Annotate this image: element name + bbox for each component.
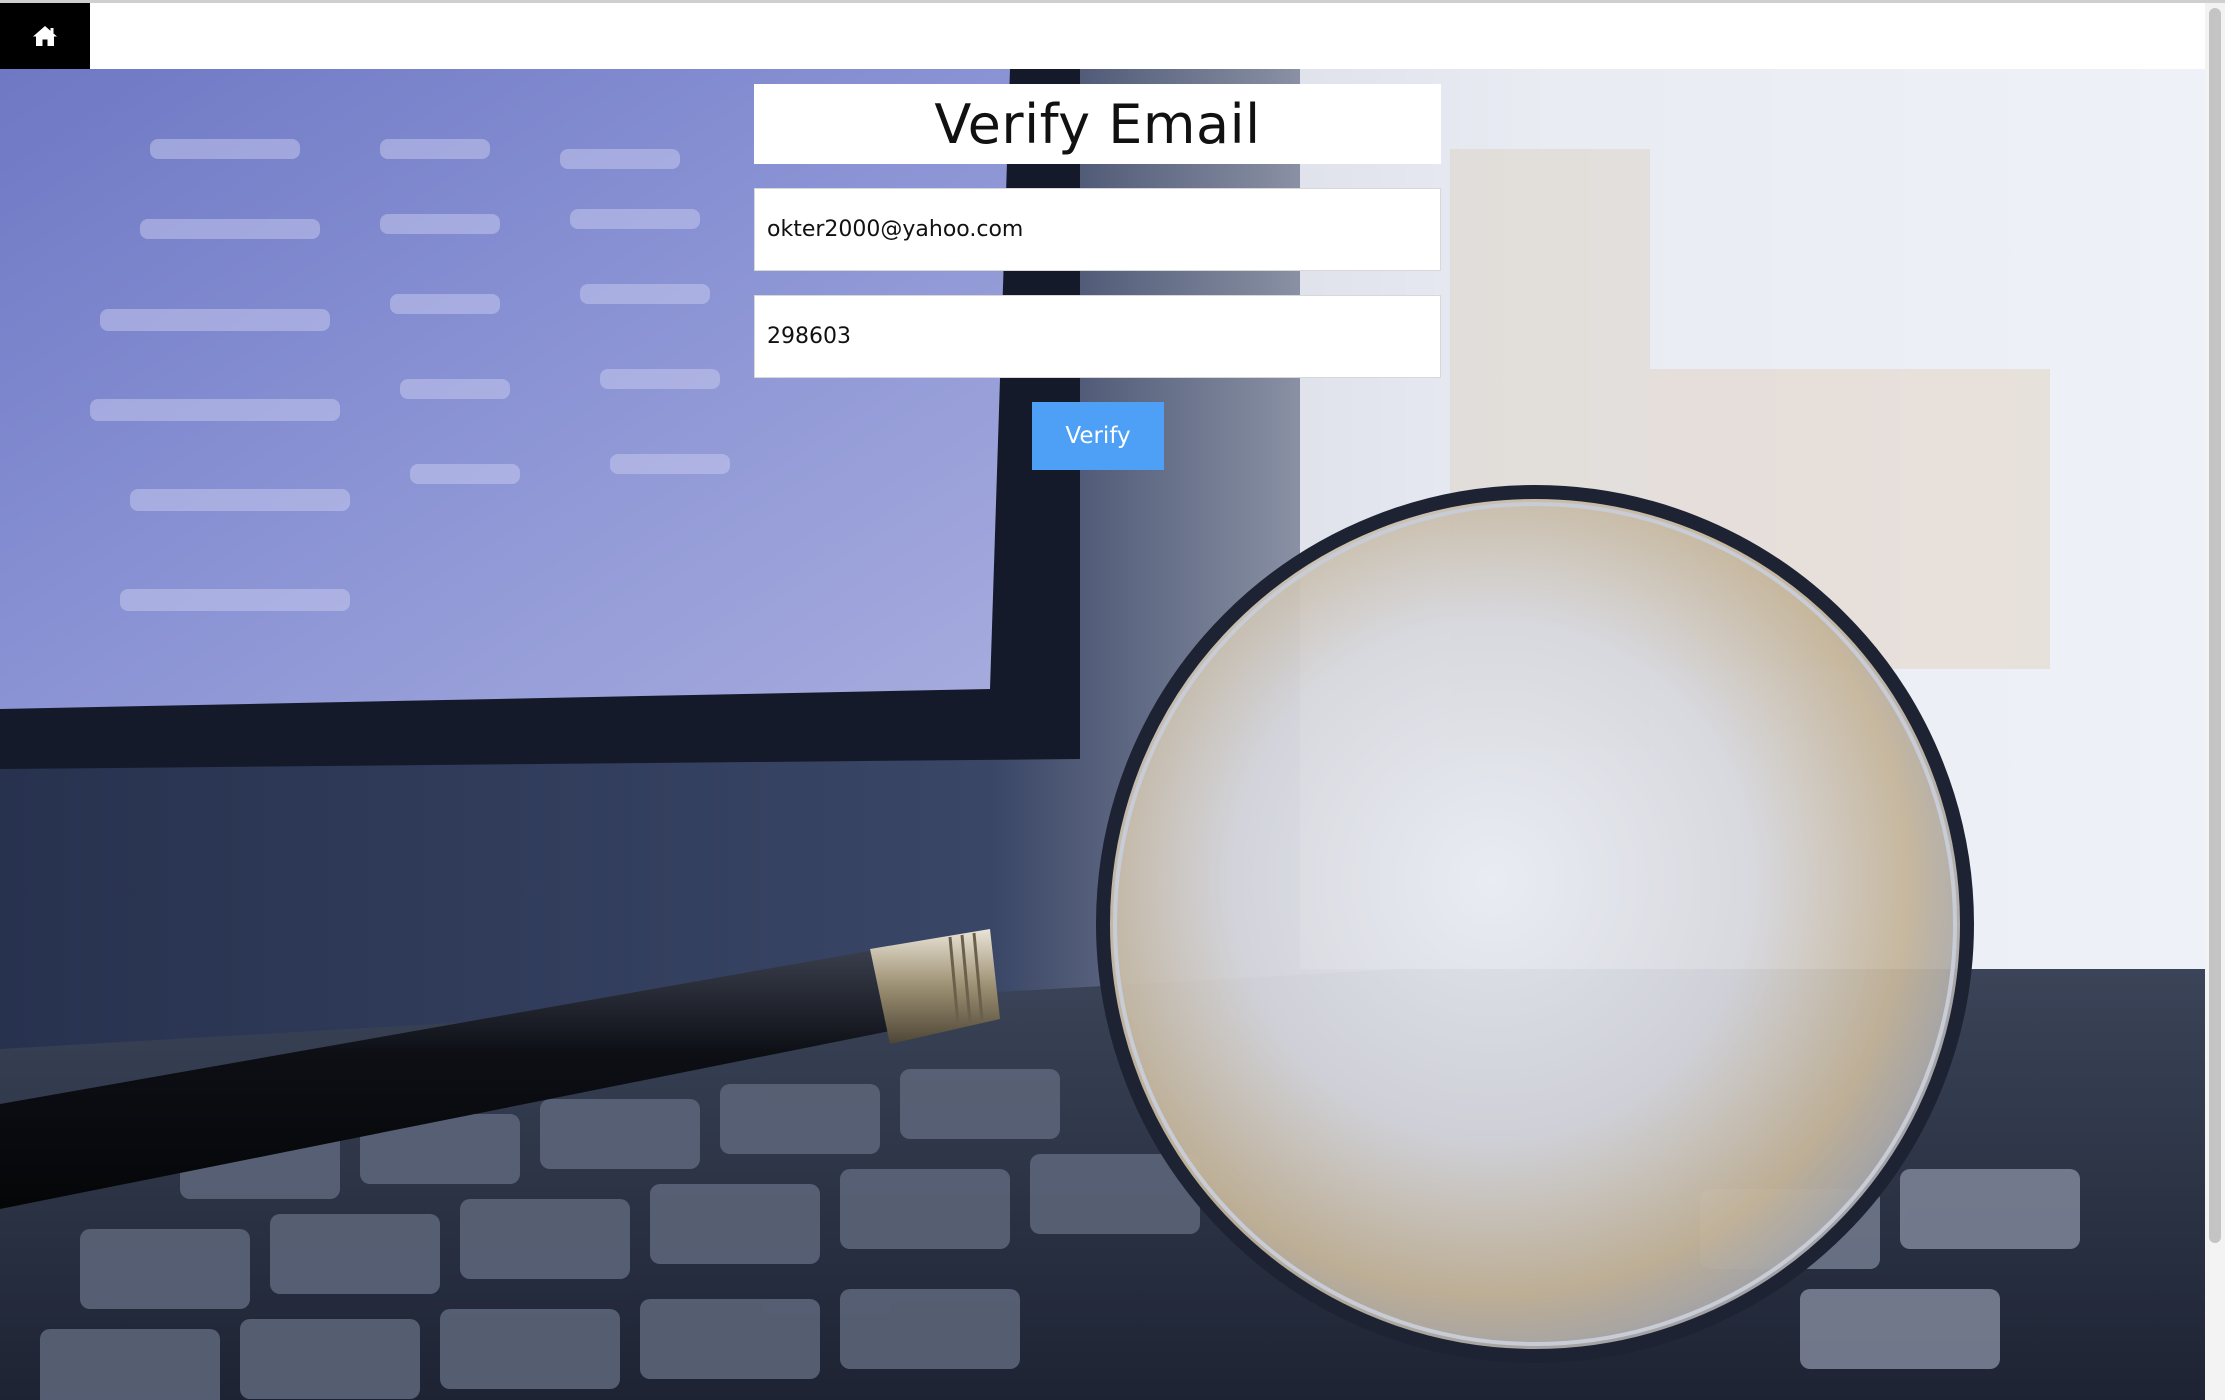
page: Verify Email Verify: [0, 0, 2225, 1400]
verification-code-field[interactable]: [754, 295, 1441, 378]
title-box: Verify Email: [754, 84, 1441, 164]
home-button[interactable]: [0, 3, 90, 69]
email-field[interactable]: [754, 188, 1441, 271]
page-title: Verify Email: [934, 92, 1261, 156]
home-icon: [33, 26, 57, 46]
verify-button[interactable]: Verify: [1032, 402, 1164, 470]
scrollbar[interactable]: [2205, 3, 2225, 1400]
scrollbar-thumb[interactable]: [2209, 8, 2221, 1243]
navbar: [0, 3, 2205, 69]
